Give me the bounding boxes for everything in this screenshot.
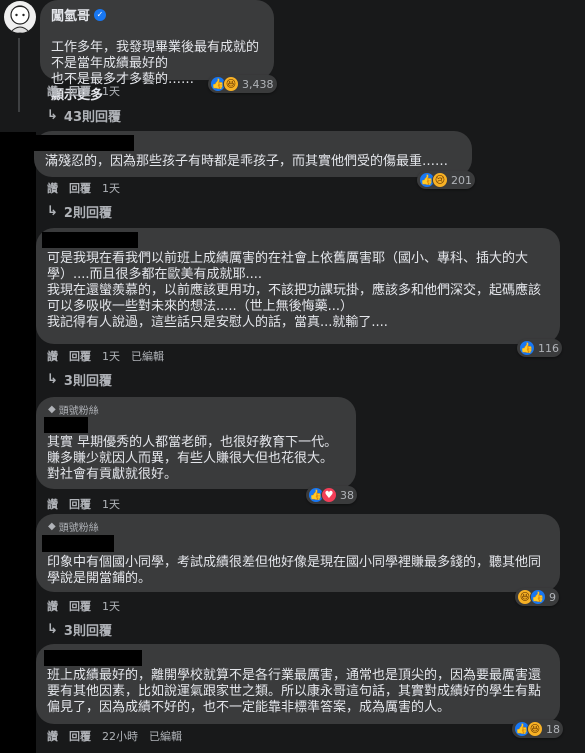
- comment-bubble: ◆ 頭號粉絲 印象中有個國小同學，考試成績很差但他好像是現在國小同學裡賺最多錢的…: [36, 514, 560, 592]
- redacted-name: [42, 535, 114, 552]
- reaction-count: 18: [546, 722, 560, 736]
- reply-button[interactable]: 回覆: [69, 496, 91, 512]
- edited-label[interactable]: 已編輯: [131, 348, 164, 364]
- reply-arrow-icon: ↳: [47, 204, 58, 219]
- like-button[interactable]: 讚: [47, 496, 58, 512]
- timestamp[interactable]: 1天: [102, 348, 120, 364]
- comment-bubble: ◆ 頭號粉絲 其實 早期優秀的人都當老師，也很好教育下一代。 賺多賺少就因人而異…: [36, 397, 356, 489]
- like-icon: 👍: [530, 589, 546, 605]
- reaction-summary[interactable]: 👍 😆 18: [512, 720, 563, 738]
- reply-button[interactable]: 回覆: [69, 83, 91, 99]
- reply-button[interactable]: 回覆: [69, 348, 91, 364]
- like-button[interactable]: 讚: [47, 83, 58, 99]
- comment-text: 可是我現在看我們以前班上成績厲害的在社會上依舊厲害耶（國小、專科、插大的大學）.…: [47, 251, 542, 330]
- top-fan-badge: ◆ 頭號粉絲: [48, 404, 99, 417]
- comment-bubble: 可是我現在看我們以前班上成績厲害的在社會上依舊厲害耶（國小、專科、插大的大學）.…: [36, 228, 560, 344]
- reaction-count: 3,438: [242, 77, 274, 91]
- redacted-avatar-column: [0, 132, 36, 753]
- edited-label[interactable]: 已編輯: [149, 728, 182, 744]
- avatar[interactable]: [4, 1, 36, 33]
- comment-bubble: 班上成績最好的，離開學校就算不是各行業最厲害，通常也是頂尖的，因為要最厲害還要有…: [36, 644, 560, 724]
- reply-button[interactable]: 回覆: [69, 598, 91, 614]
- view-replies-link[interactable]: 3則回覆: [64, 620, 112, 639]
- reaction-count: 38: [340, 488, 354, 502]
- comment-text: 班上成績最好的，離開學校就算不是各行業最厲害，通常也是頂尖的，因為要最厲害還要有…: [47, 668, 542, 715]
- like-button[interactable]: 讚: [47, 598, 58, 614]
- reply-arrow-icon: ↳: [47, 622, 58, 637]
- reply-arrow-icon: ↳: [47, 372, 58, 387]
- timestamp[interactable]: 22小時: [102, 728, 138, 744]
- reaction-summary[interactable]: 😆 👍 9: [515, 588, 559, 606]
- comment-text: 印象中有個國小同學，考試成績很差但他好像是現在國小同學裡賺最多錢的，聽其他同學說…: [47, 555, 542, 586]
- heart-icon: ♥: [321, 487, 337, 503]
- timestamp[interactable]: 1天: [102, 496, 120, 512]
- redacted-name: [42, 232, 138, 248]
- timestamp[interactable]: 1天: [102, 180, 120, 196]
- redacted-name: [44, 650, 142, 666]
- like-icon: 👍: [519, 340, 535, 356]
- diamond-icon: ◆: [48, 404, 56, 415]
- comment-bubble: 滿殘忍的，因為那些孩子有時都是乖孩子，而其實他們受的傷最重……: [34, 131, 472, 177]
- redacted-name: [34, 135, 134, 151]
- reaction-summary[interactable]: 👍 116: [517, 339, 562, 357]
- reaction-summary[interactable]: 👍 😆 3,438: [208, 75, 277, 93]
- reaction-count: 116: [538, 341, 559, 355]
- diamond-icon: ◆: [48, 521, 56, 532]
- like-button[interactable]: 讚: [47, 348, 58, 364]
- view-replies-link[interactable]: 2則回覆: [64, 202, 112, 221]
- redacted-name: [44, 417, 88, 433]
- reaction-count: 9: [549, 590, 556, 604]
- comment-text: 其實 早期優秀的人都當老師，也很好教育下一代。 賺多賺少就因人而異，有些人賺很大…: [47, 435, 338, 482]
- haha-icon: 😆: [223, 76, 239, 92]
- verified-badge-icon: ✓: [94, 8, 107, 21]
- like-button[interactable]: 讚: [47, 728, 58, 744]
- thread-line: [18, 38, 20, 112]
- reply-button[interactable]: 回覆: [69, 180, 91, 196]
- reaction-summary[interactable]: 👍 😢 201: [417, 171, 475, 189]
- reply-button[interactable]: 回覆: [69, 728, 91, 744]
- top-fan-badge: ◆ 頭號粉絲: [48, 521, 99, 534]
- haha-icon: 😆: [527, 721, 543, 737]
- reaction-count: 201: [451, 173, 472, 187]
- like-button[interactable]: 讚: [47, 180, 58, 196]
- comment-author[interactable]: 闖氫哥: [51, 5, 90, 24]
- reply-arrow-icon: ↳: [47, 108, 58, 123]
- timestamp[interactable]: 1天: [102, 83, 120, 99]
- timestamp[interactable]: 1天: [102, 598, 120, 614]
- reaction-summary[interactable]: 👍 ♥ 38: [306, 486, 357, 504]
- view-replies-link[interactable]: 3則回覆: [64, 370, 112, 389]
- view-replies-link[interactable]: 43則回覆: [64, 106, 121, 125]
- sad-icon: 😢: [432, 172, 448, 188]
- comment-bubble: 闖氫哥 ✓ 工作多年，我發現畢業後最有成就的 不是當年成績最好的 也不是最多才多…: [40, 0, 274, 103]
- comment-text: 滿殘忍的，因為那些孩子有時都是乖孩子，而其實他們受的傷最重……: [45, 154, 449, 169]
